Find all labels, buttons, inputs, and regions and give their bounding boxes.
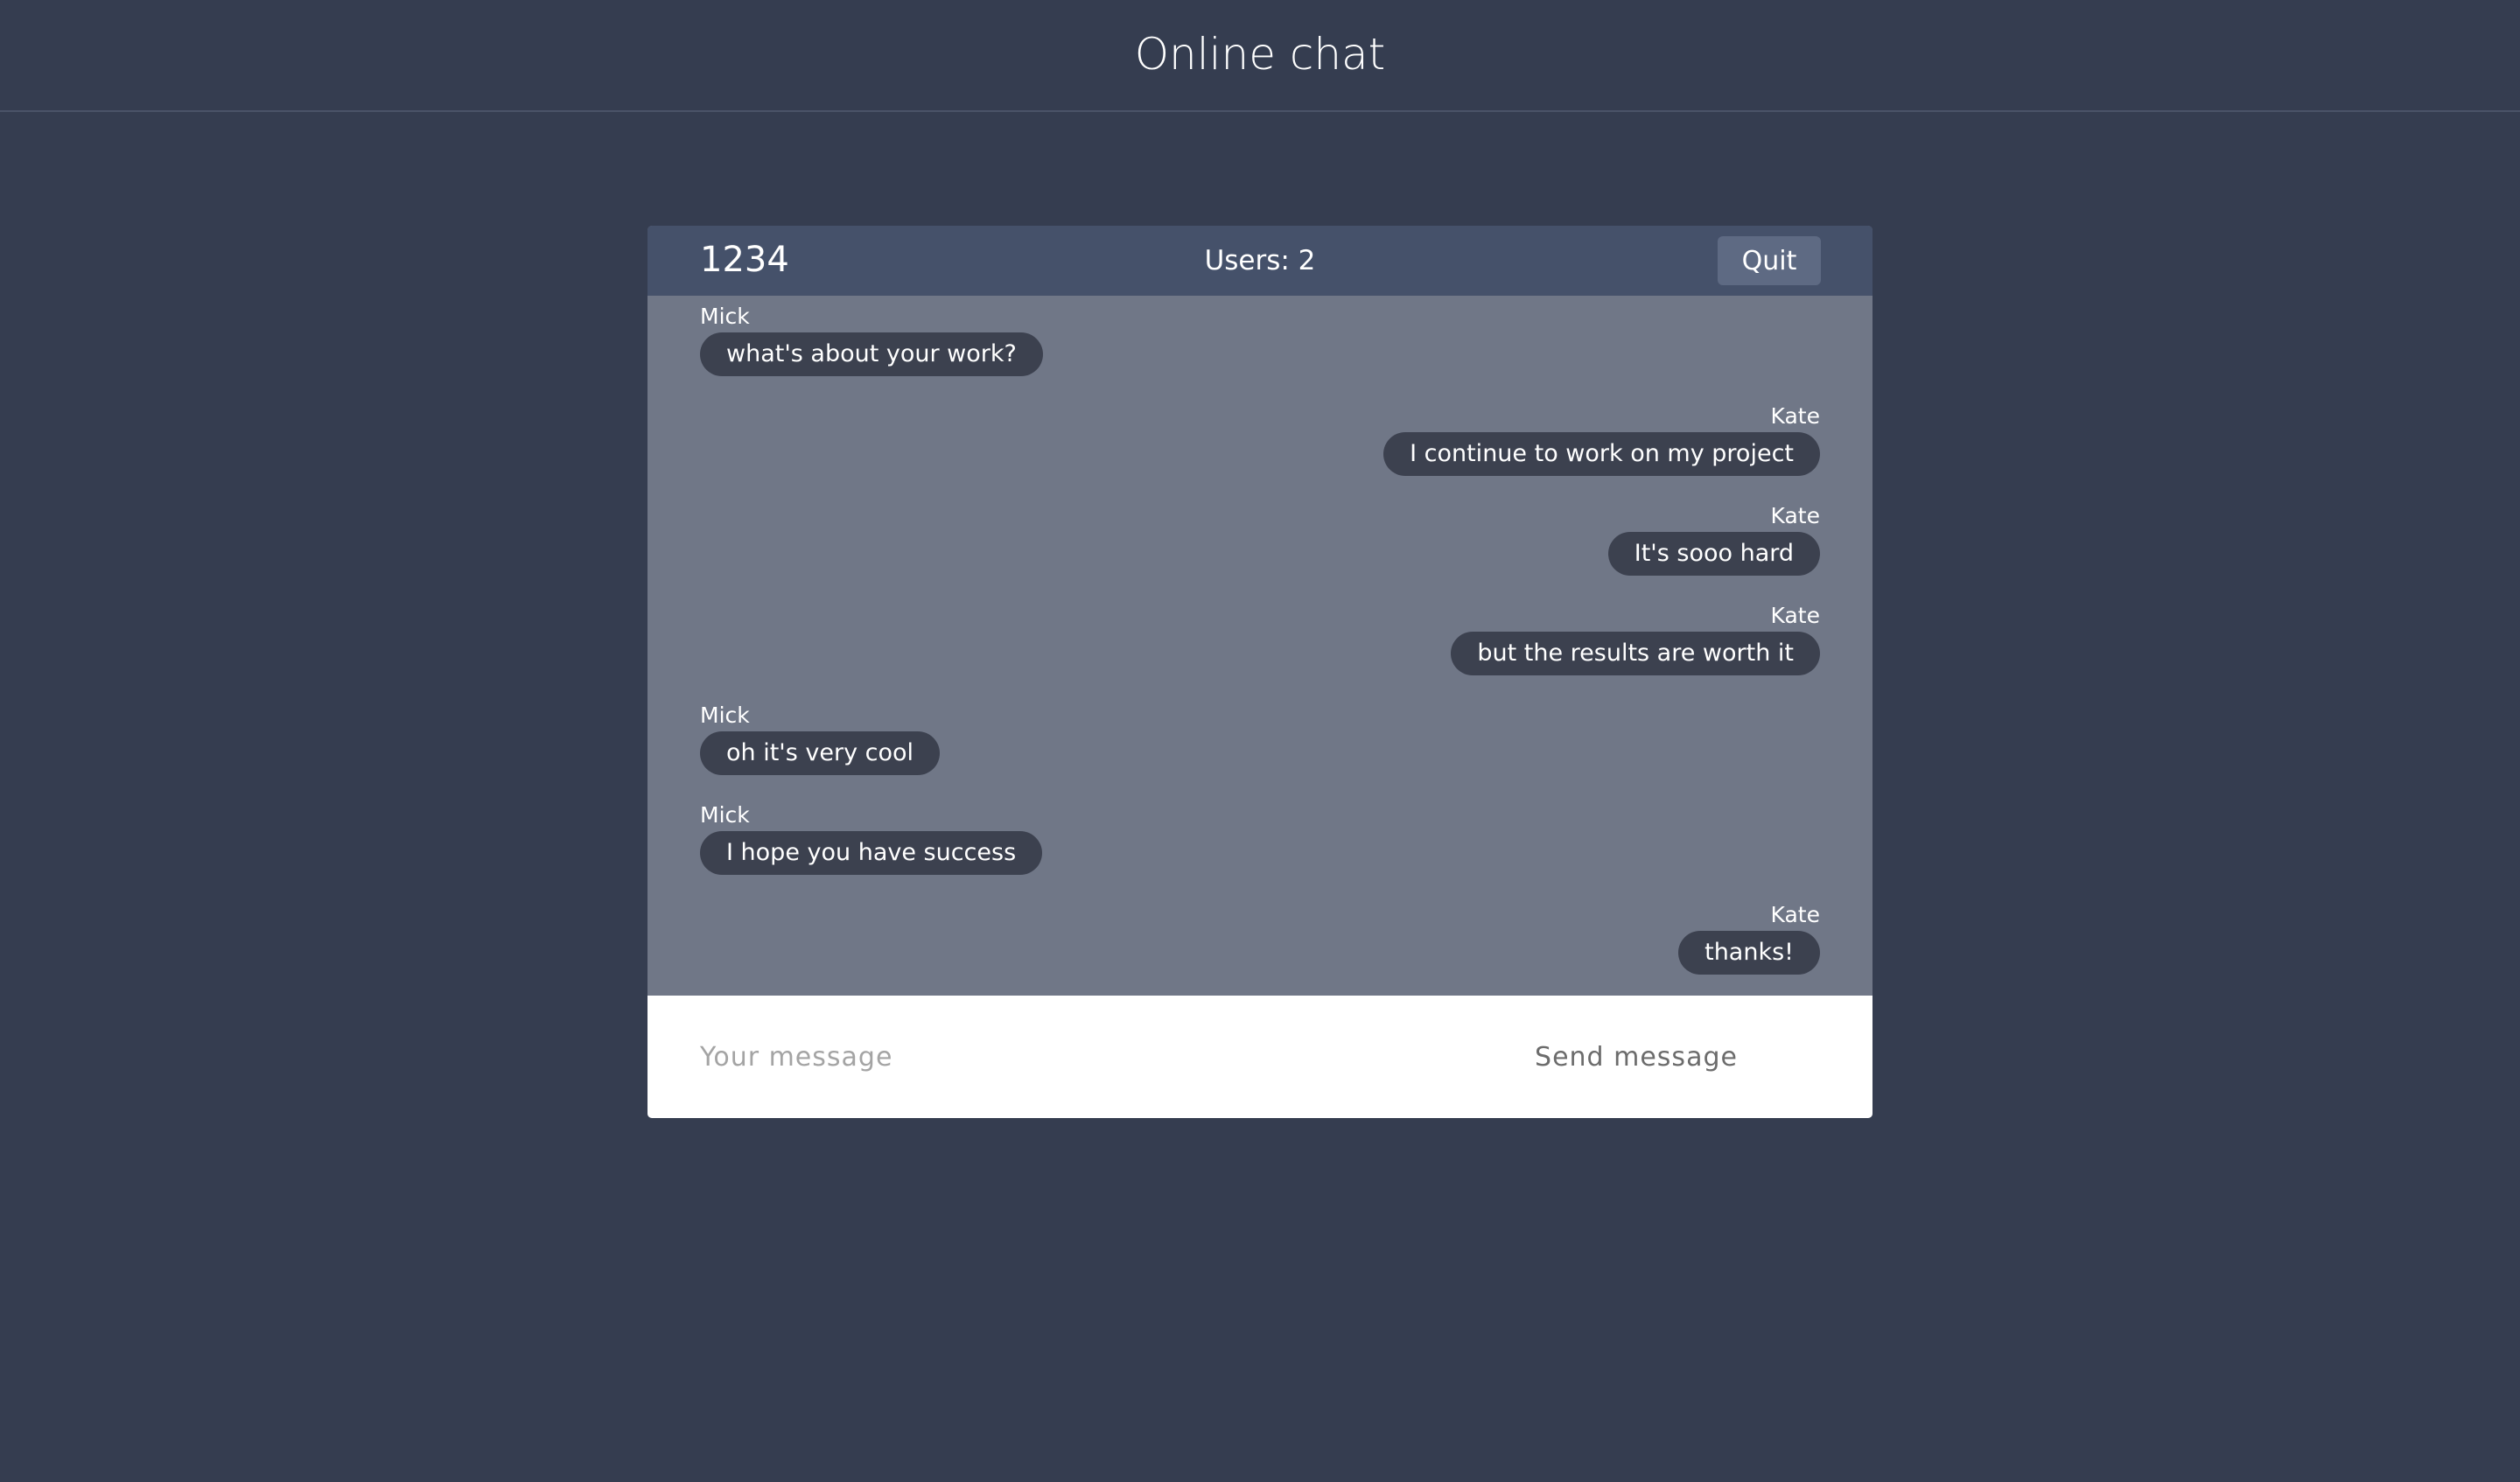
users-count: Users: 2 [1204, 245, 1316, 276]
quit-button[interactable]: Quit [1718, 236, 1821, 285]
message-item: Kate thanks! [700, 903, 1820, 975]
top-bar: Online chat [0, 0, 2520, 112]
message-author: Mick [700, 802, 750, 828]
message-item: Mick what's about your work? [700, 304, 1820, 376]
message-author: Kate [1770, 403, 1820, 429]
message-item: Mick oh it's very cool [700, 703, 1820, 775]
message-item: Kate I continue to work on my project [700, 404, 1820, 476]
page-title: Online chat [1134, 29, 1386, 80]
message-bubble: thanks! [1678, 931, 1820, 975]
message-bubble: what's about your work? [700, 332, 1043, 376]
message-bubble: It's sooo hard [1607, 532, 1820, 576]
message-input[interactable] [700, 1027, 1382, 1087]
message-author: Kate [1770, 603, 1820, 628]
send-message-button[interactable]: Send message [1496, 1027, 1776, 1087]
message-item: Kate but the results are worth it [700, 604, 1820, 675]
message-bubble: but the results are worth it [1451, 632, 1820, 675]
message-item: Mick I hope you have success [700, 803, 1820, 875]
message-author: Kate [1770, 503, 1820, 528]
message-bubble: I continue to work on my project [1383, 432, 1820, 476]
message-list[interactable]: Mick what's about your work? Kate I cont… [648, 296, 1872, 1066]
message-author: Kate [1770, 902, 1820, 927]
message-author: Mick [700, 703, 750, 728]
message-bubble: oh it's very cool [700, 731, 941, 775]
message-composer: Send message [648, 996, 1872, 1118]
message-bubble: I hope you have success [700, 831, 1043, 875]
chat-header: 1234 Users: 2 Quit [648, 226, 1872, 296]
chat-window: 1234 Users: 2 Quit Mick what's about you… [648, 226, 1872, 1118]
message-author: Mick [700, 304, 750, 329]
message-item: Kate It's sooo hard [700, 504, 1820, 576]
